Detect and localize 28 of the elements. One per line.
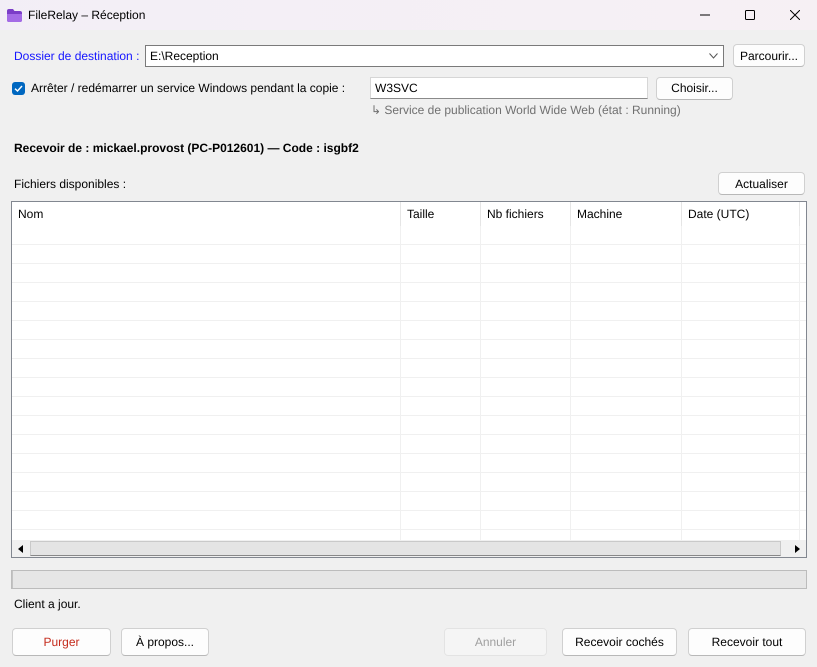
status-text: Client a jour. xyxy=(13,597,82,611)
column-header[interactable]: Machine xyxy=(571,202,682,226)
destination-combo[interactable]: E:\Reception xyxy=(145,44,724,66)
footer-button[interactable]: À propos... xyxy=(121,628,209,656)
footer-button[interactable]: Purger xyxy=(12,628,111,656)
footer-button[interactable]: Recevoir cochés xyxy=(562,628,677,656)
service-hint: ↳ Service de publication World Wide Web (état : Running) xyxy=(371,103,682,117)
chevron-down-icon xyxy=(709,52,718,58)
service-input[interactable]: W3SVC xyxy=(370,77,648,99)
column-header[interactable]: Taille xyxy=(401,202,481,226)
right-triangle-icon xyxy=(795,544,800,552)
files-label: Fichiers disponibles : xyxy=(13,176,126,190)
checkbox[interactable] xyxy=(12,82,25,94)
column-header[interactable]: Date (UTC) xyxy=(682,202,800,226)
window-title: FileRelay – Réception xyxy=(28,8,146,22)
column-header[interactable]: Nb fichiers xyxy=(481,202,571,226)
choose-button[interactable]: Choisir... xyxy=(656,76,733,100)
destination-label: Dossier de destination : xyxy=(13,48,140,62)
sender-info: Recevoir de : mickael.provost (PC-P012601) — Code : isgbf2 xyxy=(13,141,360,155)
refresh-button[interactable]: Actualiser xyxy=(718,172,805,195)
close-icon xyxy=(790,10,800,20)
column-header[interactable]: Nom xyxy=(12,202,401,226)
checkbox-label: Arrêter / redémarrer un service Windows pendant la copie : xyxy=(31,81,346,95)
folder-icon xyxy=(7,8,22,22)
browse-button[interactable]: Parcourir... xyxy=(733,44,805,67)
footer-button[interactable]: Recevoir tout xyxy=(688,628,806,656)
maximize-icon xyxy=(744,10,754,20)
left-triangle-icon xyxy=(18,544,23,552)
